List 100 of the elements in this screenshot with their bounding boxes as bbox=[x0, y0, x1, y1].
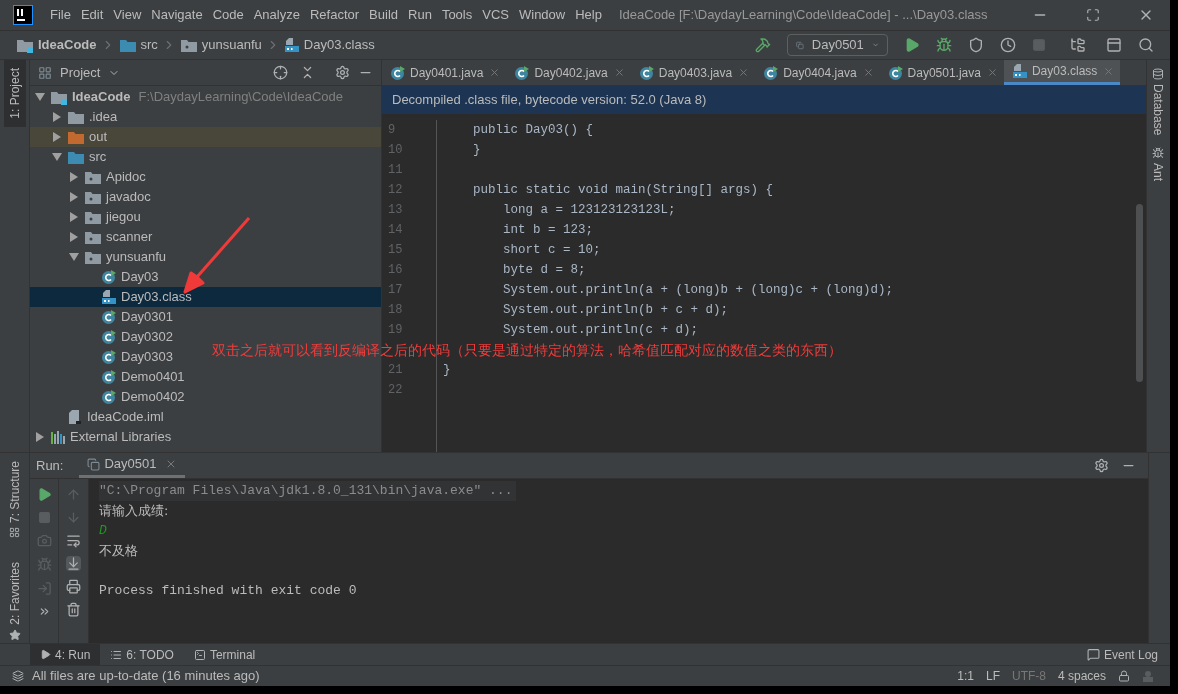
project-view-icon bbox=[38, 65, 52, 80]
rerun-icon[interactable] bbox=[36, 487, 52, 502]
tree-item[interactable]: Day0302 bbox=[30, 327, 178, 347]
star-icon bbox=[8, 628, 21, 641]
soft-wrap-icon[interactable] bbox=[66, 533, 81, 548]
editor-tab[interactable]: Day0404.java bbox=[755, 60, 880, 85]
settings-icon[interactable] bbox=[1094, 458, 1109, 473]
tree-item[interactable]: IdeaCode.iml bbox=[30, 407, 168, 427]
tree-item[interactable]: Day0303 bbox=[30, 347, 178, 367]
database-icon bbox=[1151, 68, 1164, 80]
breadcrumb[interactable]: Day03.class bbox=[303, 35, 375, 55]
panel-title[interactable]: Project bbox=[60, 62, 101, 83]
tree-item[interactable]: javadoc bbox=[30, 187, 155, 207]
code-line: System.out.println(a + (long)b + (long)c + (long)d); bbox=[502, 282, 895, 299]
expanded-arrow-icon[interactable] bbox=[69, 253, 79, 261]
breadcrumb[interactable]: IdeaCode bbox=[38, 35, 97, 55]
build-icon[interactable] bbox=[755, 37, 771, 53]
breadcrumb[interactable]: yunsuanfu bbox=[201, 35, 262, 55]
scrollbar-thumb[interactable] bbox=[1136, 204, 1143, 382]
tool-window-tab[interactable]: 4: Run bbox=[30, 644, 101, 665]
tree-item[interactable]: jiegou bbox=[30, 207, 145, 227]
status-item[interactable]: 4 spaces bbox=[1057, 666, 1106, 685]
editor-tab[interactable]: Day0403.java bbox=[630, 60, 756, 85]
tool-window-tab[interactable]: Database bbox=[1148, 68, 1167, 136]
editor-tab[interactable]: Day0402.java bbox=[506, 60, 631, 85]
menu-item[interactable]: File bbox=[45, 5, 76, 25]
breadcrumb[interactable]: src bbox=[140, 35, 158, 55]
menu-item[interactable]: VCS bbox=[477, 5, 514, 25]
maximize-icon[interactable] bbox=[1086, 8, 1100, 22]
tool-window-tab[interactable]: 1: Project bbox=[3, 60, 26, 127]
menu-item[interactable]: Analyze bbox=[248, 5, 305, 25]
close-tab-icon[interactable] bbox=[862, 67, 874, 78]
panel-icon[interactable] bbox=[1106, 37, 1122, 53]
menu-item[interactable]: Edit bbox=[75, 5, 109, 25]
editor-tab[interactable]: Day0401.java bbox=[382, 60, 507, 85]
menu-item[interactable]: Help bbox=[570, 5, 607, 25]
menu-item[interactable]: Build bbox=[364, 5, 403, 25]
class-icon bbox=[101, 329, 117, 345]
print-icon[interactable] bbox=[66, 579, 81, 594]
scroll-to-end-icon[interactable] bbox=[66, 556, 81, 571]
event-log-button[interactable]: Event Log bbox=[1086, 645, 1158, 664]
tool-window-tab[interactable]: Ant bbox=[1148, 147, 1167, 182]
menu-item[interactable]: Run bbox=[403, 5, 437, 25]
locate-icon[interactable] bbox=[273, 65, 288, 80]
menu-item[interactable]: Code bbox=[207, 5, 249, 25]
project-structure-icon[interactable] bbox=[1070, 37, 1086, 53]
menu-item[interactable]: Window bbox=[513, 5, 571, 25]
editor-tab[interactable]: Day03.class bbox=[1003, 60, 1121, 85]
menu-item[interactable]: View bbox=[108, 5, 147, 25]
tree-item[interactable]: .idea bbox=[30, 107, 122, 127]
status-icon[interactable] bbox=[12, 669, 24, 682]
tool-window-tab[interactable]: 6: TODO bbox=[100, 644, 184, 665]
close-tab-icon[interactable] bbox=[738, 67, 750, 78]
menu-item[interactable]: Refactor bbox=[304, 5, 365, 25]
tree-item[interactable]: Day03 bbox=[30, 267, 163, 287]
package-icon bbox=[84, 209, 102, 225]
search-icon[interactable] bbox=[1138, 37, 1154, 53]
run-icon[interactable] bbox=[904, 37, 920, 53]
tree-item-label: External Libraries bbox=[70, 428, 172, 447]
window-title: IdeaCode [F:\DaydayLearning\Code\IdeaCode] - ...\Day03.class bbox=[618, 6, 988, 25]
menu-item[interactable]: Tools bbox=[436, 5, 478, 25]
app-logo-icon bbox=[13, 5, 33, 25]
tree-item[interactable]: Apidoc bbox=[30, 167, 150, 187]
close-tab-icon[interactable] bbox=[986, 67, 998, 78]
status-item[interactable]: LF bbox=[985, 666, 1000, 685]
coverage-icon[interactable] bbox=[968, 37, 984, 53]
tree-item[interactable]: Day03.class bbox=[30, 287, 381, 307]
tool-window-tab[interactable]: 2: Favorites bbox=[5, 562, 24, 641]
status-item[interactable]: 1:1 bbox=[957, 666, 974, 685]
expanded-arrow-icon[interactable] bbox=[52, 153, 62, 161]
tree-item[interactable]: src bbox=[30, 147, 111, 167]
tree-item[interactable]: out bbox=[30, 127, 381, 147]
settings-icon[interactable] bbox=[335, 65, 350, 80]
tree-item-label: Day03.class bbox=[121, 288, 192, 307]
class-icon bbox=[101, 349, 117, 365]
tree-item[interactable]: scanner bbox=[30, 227, 157, 247]
package-icon bbox=[84, 189, 102, 205]
tool-window-tab[interactable]: 7: Structure bbox=[5, 461, 24, 539]
tree-item-label: Apidoc bbox=[106, 168, 146, 187]
tree-item[interactable]: External Libraries bbox=[30, 427, 176, 447]
class-icon bbox=[101, 309, 117, 325]
editor-tab[interactable]: Day0501.java bbox=[879, 60, 1004, 85]
debug-icon[interactable] bbox=[936, 37, 952, 53]
trash-icon[interactable] bbox=[66, 602, 81, 617]
tree-item[interactable]: yunsuanfu bbox=[30, 247, 170, 267]
tree-item[interactable]: IdeaCode F:\DaydayLearning\Code\IdeaCode bbox=[30, 87, 348, 107]
menu-item[interactable]: Navigate bbox=[146, 5, 208, 25]
expanded-arrow-icon[interactable] bbox=[35, 93, 45, 101]
run-configuration-dropdown[interactable]: Day0501 bbox=[787, 34, 888, 56]
close-tab-icon[interactable] bbox=[489, 67, 501, 78]
tree-item[interactable]: Day0301 bbox=[30, 307, 178, 327]
close-tab-icon[interactable] bbox=[613, 67, 625, 78]
tree-item[interactable]: Demo0402 bbox=[30, 387, 189, 407]
collapsed-arrow-icon[interactable] bbox=[36, 432, 44, 442]
lock-icon[interactable] bbox=[1118, 669, 1130, 682]
tree-item[interactable]: Demo0401 bbox=[30, 367, 189, 387]
profile-icon[interactable] bbox=[1000, 37, 1016, 53]
tool-window-tab[interactable]: Terminal bbox=[183, 644, 266, 665]
tree-item-label: IdeaCode.iml bbox=[87, 408, 164, 427]
class-icon bbox=[101, 369, 117, 385]
